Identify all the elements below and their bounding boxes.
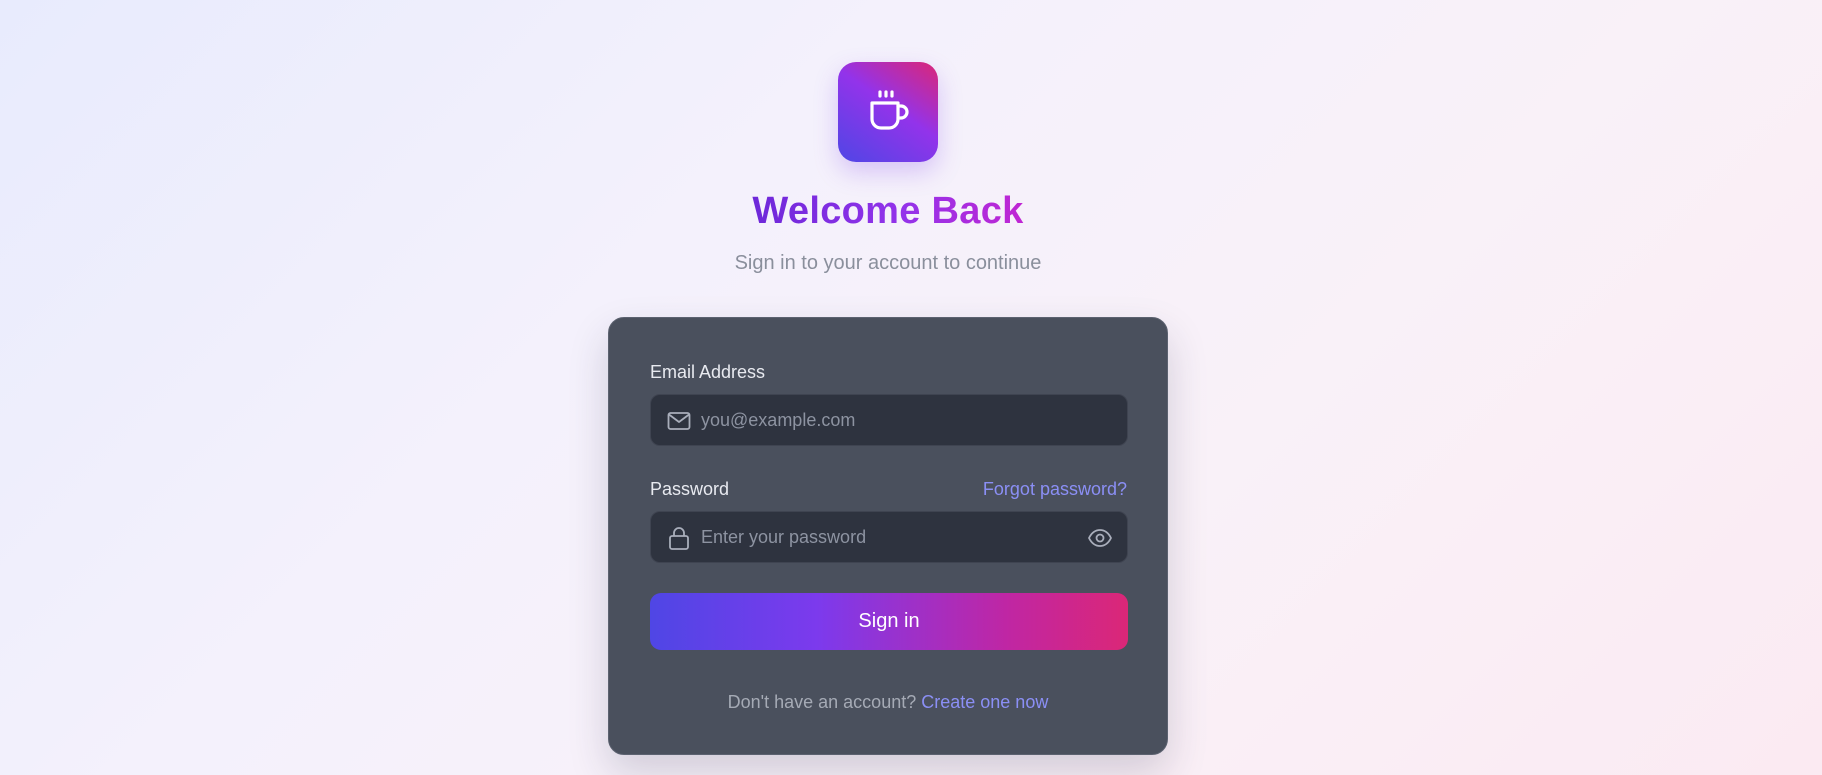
create-account-link[interactable]: Create one now	[921, 692, 1048, 712]
eye-icon[interactable]	[1087, 525, 1113, 551]
mail-icon	[666, 408, 692, 434]
lock-icon	[666, 525, 692, 551]
signup-prompt: Don't have an account? Create one now	[609, 692, 1167, 713]
email-field[interactable]	[650, 394, 1128, 446]
app-logo	[838, 62, 938, 162]
login-card: Email Address Password Forgot password?	[608, 317, 1168, 755]
email-input[interactable]	[701, 395, 1061, 445]
coffee-cup-icon	[870, 90, 909, 130]
password-input[interactable]	[701, 512, 1061, 562]
login-page: Welcome Back Sign in to your account to …	[0, 0, 1822, 775]
password-label: Password	[650, 479, 730, 499]
page-title: Welcome Back	[752, 190, 1024, 232]
sign-in-button[interactable]: Sign in	[650, 593, 1128, 650]
email-label: Email Address	[650, 362, 766, 382]
password-field[interactable]	[650, 511, 1128, 563]
forgot-password-link[interactable]: Forgot password?	[983, 479, 1127, 500]
signup-prompt-text: Don't have an account?	[727, 692, 917, 712]
page-subtitle: Sign in to your account to continue	[734, 252, 1042, 274]
